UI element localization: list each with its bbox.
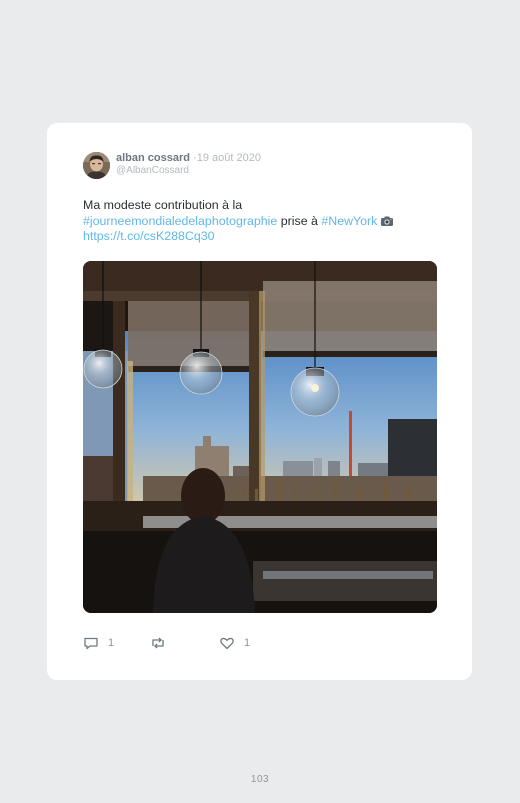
camera-icon	[380, 215, 393, 226]
heart-icon[interactable]	[219, 635, 235, 651]
tweet-date[interactable]: 19 août 2020	[197, 152, 261, 164]
reply-action[interactable]: 1	[83, 635, 114, 651]
text-part2: prise à	[277, 213, 322, 228]
tweet-actions: 1 1	[83, 635, 283, 651]
retweet-icon[interactable]	[150, 635, 166, 651]
text-part1: Ma modeste contribution à la	[83, 198, 243, 212]
page-number: 103	[250, 774, 270, 785]
author-line: alban cossard ·19 août 2020	[116, 152, 261, 164]
author-name[interactable]: alban cossard	[116, 152, 190, 164]
like-count: 1	[244, 637, 251, 649]
bar-window-photo	[83, 261, 437, 613]
reply-icon[interactable]	[83, 635, 99, 651]
tweet-link[interactable]: https://t.co/csK288Cq30	[83, 229, 215, 243]
hashtag-newyork[interactable]: #NewYork	[321, 214, 377, 228]
like-action[interactable]: 1	[219, 635, 250, 651]
reply-count: 1	[108, 637, 115, 649]
tweet-card: alban cossard ·19 août 2020 @AlbanCossar…	[47, 123, 472, 680]
tweet-photo[interactable]	[83, 261, 437, 613]
tweet-text: Ma modeste contribution à la #journeemon…	[83, 198, 443, 245]
retweet-action[interactable]	[150, 635, 166, 651]
hashtag-journeemondiale[interactable]: #journeemondialedelaphotographie	[83, 214, 277, 228]
author-handle[interactable]: @AlbanCossard	[116, 165, 189, 176]
avatar[interactable]	[83, 152, 110, 179]
